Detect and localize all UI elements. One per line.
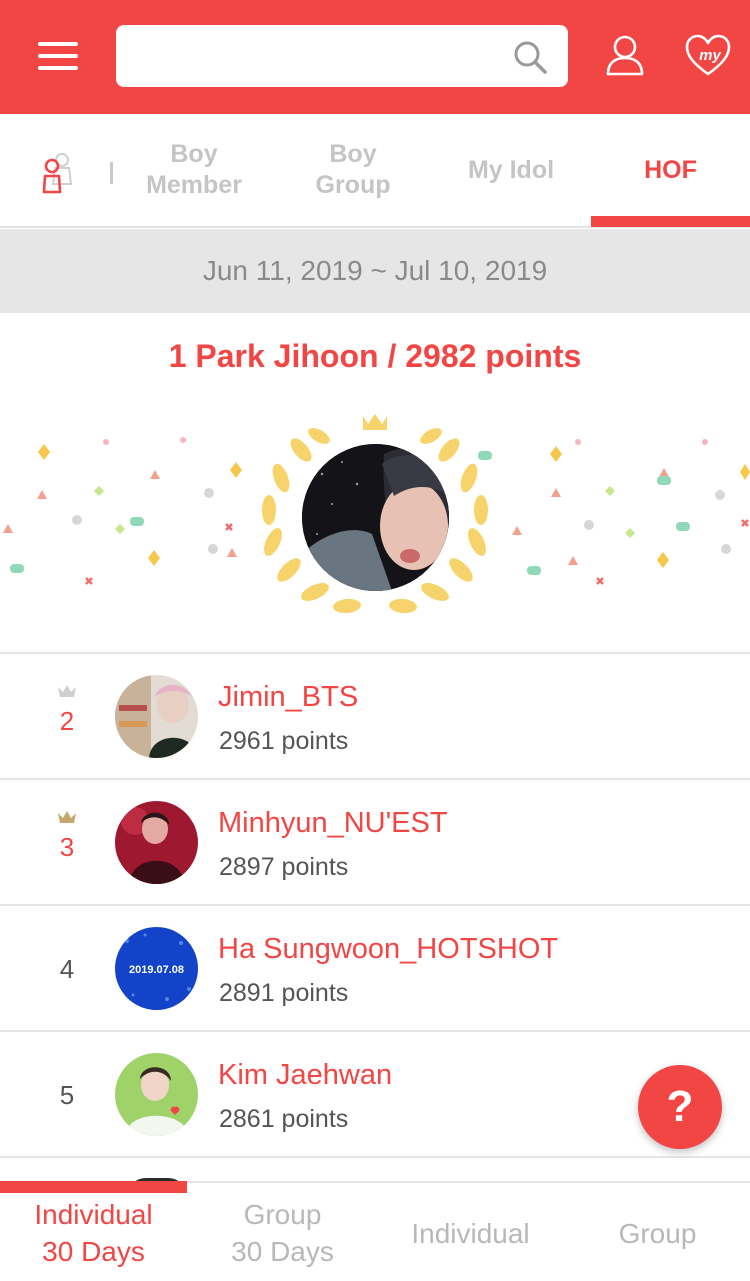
my-idol-button[interactable]: my xyxy=(684,34,732,76)
tab-boy-group[interactable]: Boy Group xyxy=(278,114,428,226)
rank-avatar xyxy=(115,675,198,758)
rank-name: Ha Sungwoon_HOTSHOT xyxy=(218,933,559,965)
rank-name: Jimin_BTS xyxy=(218,681,359,713)
heart-my-icon: my xyxy=(685,34,731,76)
rank-number: 2 xyxy=(59,706,75,736)
rank-avatar: 2019.07.08 xyxy=(115,927,198,1010)
search-icon[interactable] xyxy=(512,39,548,75)
rank-name: Kim Jaehwan xyxy=(218,1059,393,1091)
search-bar[interactable] xyxy=(116,25,568,87)
tab-boy-member[interactable]: Boy Member xyxy=(118,114,270,226)
ranking-row-4[interactable]: 4 2019.07.08 Ha Sungwoon_HOTSHOT 2891 po… xyxy=(0,904,750,1030)
tab-group[interactable]: Group xyxy=(564,1183,750,1281)
hall-of-fame-screen: my Boy Member Boy Group My Idol HOF Jun … xyxy=(0,0,750,1281)
rank-points: 2961 points xyxy=(219,727,349,755)
tab-my-idol[interactable]: My Idol xyxy=(436,114,586,226)
avatar-date-text: 2019.07.08 xyxy=(129,964,184,976)
search-input[interactable] xyxy=(132,25,502,87)
app-header: my xyxy=(0,0,750,114)
ranking-row-5[interactable]: 5 Kim Jaehwan 2861 points xyxy=(0,1030,750,1156)
ranking-row-2[interactable]: 2 Jimin_BTS 2961 points xyxy=(0,652,750,778)
ranking-row-3[interactable]: 3 Minhyun_NU'EST 2897 points xyxy=(0,778,750,904)
winner-avatar[interactable] xyxy=(302,444,449,591)
winner-title: 1 Park Jihoon / 2982 points xyxy=(168,338,582,374)
tab-individual[interactable]: Individual xyxy=(377,1183,564,1281)
tab-hof[interactable]: HOF xyxy=(591,114,750,226)
rank-name: Minhyun_NU'EST xyxy=(218,807,448,839)
user-icon[interactable] xyxy=(604,34,646,76)
tab-group-30-days[interactable]: Group 30 Days xyxy=(189,1183,376,1281)
question-icon: ? xyxy=(666,1082,694,1131)
rank-avatar xyxy=(115,801,198,884)
period-tabs: Individual 30 Days Group 30 Days Individ… xyxy=(0,1181,750,1281)
period-text: Jun 11, 2019 ~ Jul 10, 2019 xyxy=(202,255,548,286)
my-label: my xyxy=(699,47,721,64)
rank-points: 2897 points xyxy=(219,853,349,881)
crown-icon xyxy=(58,685,76,697)
tab-individual-30-days[interactable]: Individual 30 Days xyxy=(0,1183,187,1281)
rank-points: 2861 points xyxy=(219,1105,349,1133)
gender-toggle-icon[interactable] xyxy=(36,152,76,194)
tab-separator xyxy=(110,162,113,184)
rank-number: 5 xyxy=(59,1080,75,1110)
rank-number: 3 xyxy=(59,832,75,862)
ranking-list: 2 Jimin_BTS 2961 points 3 Minhyun_NU'EST… xyxy=(0,652,750,1198)
menu-button[interactable] xyxy=(36,38,80,74)
rank-avatar xyxy=(115,1053,198,1136)
rank-number: 4 xyxy=(59,954,75,984)
period-bar: Jun 11, 2019 ~ Jul 10, 2019 xyxy=(0,229,750,313)
crown-icon xyxy=(58,811,76,823)
active-tab-indicator xyxy=(591,216,750,227)
category-tabs: Boy Member Boy Group My Idol HOF xyxy=(0,114,750,228)
help-button[interactable]: ? xyxy=(638,1065,722,1149)
rank-points: 2891 points xyxy=(219,979,349,1007)
